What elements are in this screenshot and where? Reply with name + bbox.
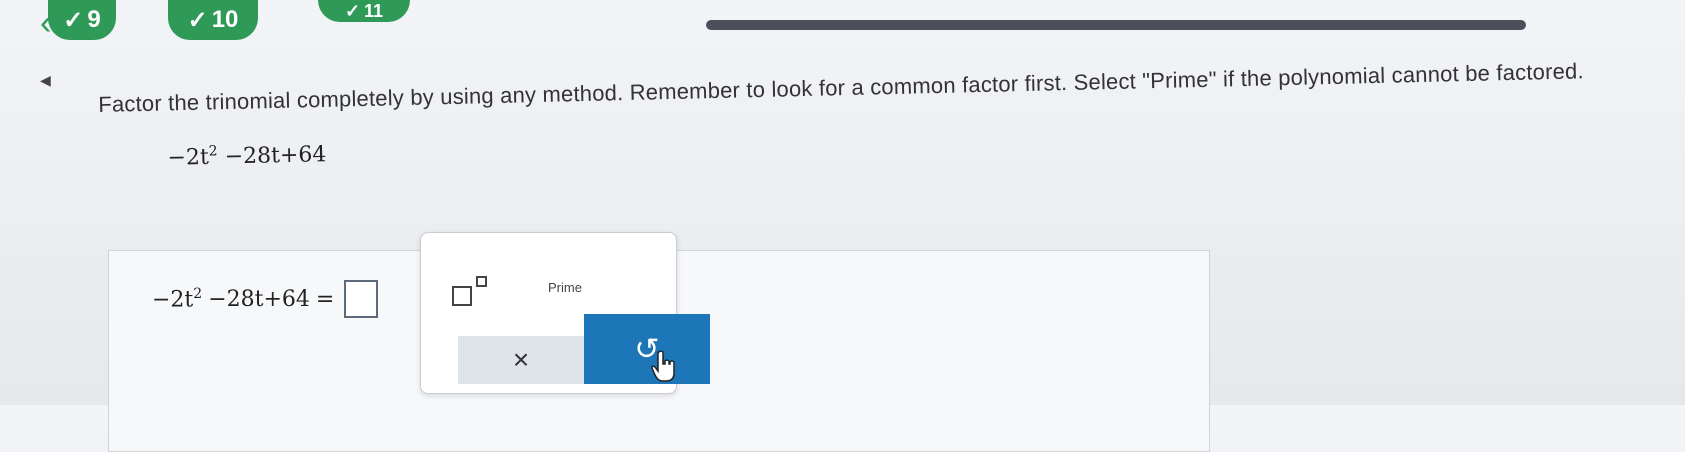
question-number: 10 — [211, 6, 239, 33]
progress-bar — [706, 20, 1526, 30]
equation-exponent: 2 — [193, 285, 203, 302]
question-area: Factor the trinomial completely by using… — [98, 58, 1599, 172]
equation-rest-terms: −28t+64 — [208, 286, 310, 312]
prime-button[interactable]: Prime — [548, 280, 582, 295]
previous-arrow-icon[interactable]: ◀ — [40, 72, 51, 89]
question-prompt: Factor the trinomial completely by using… — [98, 58, 1585, 117]
check-icon: ✓ — [187, 6, 208, 34]
question-10-pill[interactable]: ✓ 10 — [168, 0, 258, 40]
question-number: 9 — [87, 6, 101, 33]
answer-equation: −2t2 −28t+64 = — [152, 280, 379, 318]
equals-sign: = — [315, 286, 335, 312]
question-9-pill[interactable]: ✓ 9 — [48, 0, 116, 40]
given-expression: −2t2 −28t+64 — [167, 112, 1599, 171]
question-nav: ‹ ✓ 9 ✓ 10 ✓ 11 — [0, 0, 1685, 48]
equation-lead-term: −2t — [152, 287, 194, 313]
expression-term-rest: −28t+64 — [224, 142, 327, 170]
expression-term-lead: −2t — [167, 144, 210, 171]
question-number: 11 — [364, 1, 384, 21]
check-icon: ✓ — [63, 6, 84, 34]
close-icon: × — [512, 344, 530, 375]
expression-exponent: 2 — [208, 143, 218, 160]
question-11-pill[interactable]: ✓ 11 — [318, 0, 410, 22]
undo-button[interactable]: ↺ — [584, 314, 710, 384]
clear-button[interactable]: × — [458, 336, 584, 384]
hand-cursor-icon — [651, 350, 675, 382]
check-icon: ✓ — [344, 1, 361, 21]
exponent-template-icon[interactable] — [452, 276, 492, 306]
answer-input-box[interactable] — [344, 280, 379, 318]
